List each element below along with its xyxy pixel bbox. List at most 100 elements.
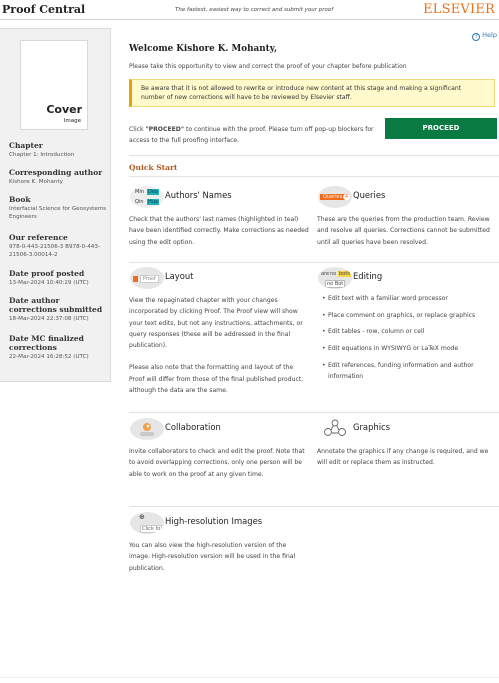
list-item: Edit tables - row, column or cell <box>322 326 498 337</box>
card-title: High-resolution Images <box>165 516 263 526</box>
list-item: Edit text with a familiar word processor <box>322 293 498 304</box>
high-resolution-icon: ⊕ Click fo <box>130 512 164 534</box>
card-header: Proof Layout <box>129 266 309 290</box>
mc-finalized-info: Date MC finalized corrections 22-Mar-202… <box>9 334 109 361</box>
chapter-info: Chapter Chapter 1: Introduction <box>9 141 109 159</box>
proof-posted-label: Date proof posted <box>9 269 85 278</box>
icon-text: Click fo <box>140 525 163 533</box>
card-description: Check that the authors' last names (high… <box>129 216 309 246</box>
card-layout: Proof Layout View the repaginated chapte… <box>129 266 309 416</box>
card-title: Graphics <box>353 422 390 432</box>
card-description: Invite collaborators to check and edit t… <box>129 448 305 478</box>
graphics-icon <box>318 418 352 440</box>
intro-text: Please take this opportunity to view and… <box>129 63 407 70</box>
card-header: ⊕ Click fo High-resolution Images <box>129 511 309 535</box>
card-description: View the repaginated chapter with your c… <box>129 295 309 396</box>
layout-icon: Proof <box>130 267 164 289</box>
author-corrections-value: 18-Mar-2024 22:37:08 (UTC) <box>9 316 89 322</box>
card-queries: Queries 4 Queries These are the queries … <box>317 185 497 255</box>
layout-icon-marker <box>133 276 138 282</box>
card-description: These are the queries from the productio… <box>317 216 490 246</box>
warning-notice: Be aware that it is not allowed to rewri… <box>129 79 495 107</box>
card-title: Editing <box>353 271 383 281</box>
collaboration-icon <box>130 418 164 440</box>
proceed-button[interactable]: PROCEED <box>385 118 497 139</box>
mc-finalized-label: Date MC finalized corrections <box>9 334 84 352</box>
queries-icon: Queries 4 <box>318 186 352 208</box>
book-info: Book Interfacial Science for Geosystems … <box>9 195 109 222</box>
editing-icon: are no both no Bot <box>318 267 352 289</box>
cover-subtitle: Image <box>63 118 81 124</box>
welcome-heading: Welcome Kishore K. Mohanty, <box>129 44 278 54</box>
icon-text-highlight: Dea <box>147 189 159 195</box>
reference-value: 978-0-443-21506-3 B978-0-443-21506-3.000… <box>9 244 100 259</box>
mc-finalized-value: 22-Mar-2024 16:28:52 (UTC) <box>9 354 89 360</box>
queries-badge-label: Queries <box>320 194 346 200</box>
card-title: Collaboration <box>165 422 221 432</box>
layout-paragraph-2: Please also note that the formatting and… <box>129 364 304 395</box>
chapter-label: Chapter <box>9 141 43 150</box>
card-high-resolution-images: ⊕ Click fo High-resolution Images You ca… <box>129 511 309 581</box>
icon-text: no <box>330 271 337 277</box>
author-corrections-label: Date author corrections submitted <box>9 296 103 314</box>
quick-start-heading: Quick Start <box>129 163 178 172</box>
author-value: Kishore K. Mohanty <box>9 179 63 185</box>
card-graphics: Graphics Annotate the graphics if any ch… <box>317 417 497 502</box>
brand-title: Proof Central <box>2 3 86 16</box>
author-corrections-info: Date author corrections submitted 18-Mar… <box>9 296 109 323</box>
graphics-glyph-icon <box>324 419 346 436</box>
card-description: Annotate the graphics if any change is r… <box>317 448 489 467</box>
layout-paragraph-1: View the repaginated chapter with your c… <box>129 297 303 350</box>
list-item: Edit equations in WYSIWYG or LaTeX mode <box>322 343 498 354</box>
list-item: Place comment on graphics, or replace gr… <box>322 310 498 321</box>
publisher-logo: ELSEVIER <box>423 2 495 17</box>
reference-label: Our reference <box>9 233 68 242</box>
author-info: Corresponding author Kishore K. Mohanty <box>9 168 109 186</box>
proof-info-sidebar: Cover Image Chapter Chapter 1: Introduct… <box>0 28 111 382</box>
help-link[interactable]: ? Help <box>472 31 497 41</box>
cover-image-placeholder: Cover Image <box>20 40 88 130</box>
icon-text: Min <box>135 189 144 195</box>
proceed-note-prefix: Click <box>129 126 146 133</box>
divider <box>129 506 499 507</box>
card-description: You can also view the high-resolution ve… <box>129 542 296 572</box>
card-editing: are no both no Bot Editing Edit text wit… <box>317 266 497 416</box>
author-label: Corresponding author <box>9 168 103 177</box>
divider <box>129 262 499 263</box>
icon-text-highlight: Hua <box>147 199 159 205</box>
card-title: Authors' Names <box>165 190 232 200</box>
card-header: are no both no Bot Editing <box>317 266 497 290</box>
divider <box>129 412 499 413</box>
card-authors-names: Min Dea Qin Hua Authors' Names Check tha… <box>129 185 309 255</box>
card-header: Min Dea Qin Hua Authors' Names <box>129 185 309 209</box>
divider <box>129 155 499 156</box>
book-value: Interfacial Science for Geosystems Engin… <box>9 206 107 221</box>
divider <box>129 176 499 177</box>
icon-text-highlight: both <box>338 271 352 277</box>
collaboration-glyph-icon <box>140 423 154 436</box>
icon-text: no Bot <box>325 280 346 288</box>
book-label: Book <box>9 195 31 204</box>
card-title: Layout <box>165 271 194 281</box>
top-bar: Proof Central The fastest, easiest way t… <box>0 0 499 20</box>
card-header: Collaboration <box>129 417 309 441</box>
proceed-instructions: Click "PROCEED" to continue with the pro… <box>129 124 379 146</box>
tagline: The fastest, easiest way to correct and … <box>175 7 334 13</box>
card-collaboration: Collaboration Invite collaborators to ch… <box>129 417 309 502</box>
layout-icon-label: Proof <box>140 275 159 283</box>
help-label: Help <box>482 31 497 39</box>
card-title: Queries <box>353 190 386 200</box>
proof-posted-info: Date proof posted 13-Mar-2024 10:40:29 (… <box>9 269 109 287</box>
editing-feature-list: Edit text with a familiar word processor… <box>322 293 498 387</box>
cover-title: Cover <box>46 103 82 116</box>
authors-names-icon: Min Dea Qin Hua <box>130 186 164 208</box>
icon-text: Qin <box>135 199 144 205</box>
proof-posted-value: 13-Mar-2024 10:40:29 (UTC) <box>9 280 89 286</box>
card-header: Graphics <box>317 417 497 441</box>
reference-info: Our reference 978-0-443-21506-3 B978-0-4… <box>9 233 109 260</box>
footer-divider <box>0 677 499 678</box>
card-header: Queries 4 Queries <box>317 185 497 209</box>
queries-count-badge: 4 <box>343 194 350 200</box>
chapter-value: Chapter 1: Introduction <box>9 152 75 158</box>
list-item: Edit references, funding information and… <box>322 360 498 382</box>
